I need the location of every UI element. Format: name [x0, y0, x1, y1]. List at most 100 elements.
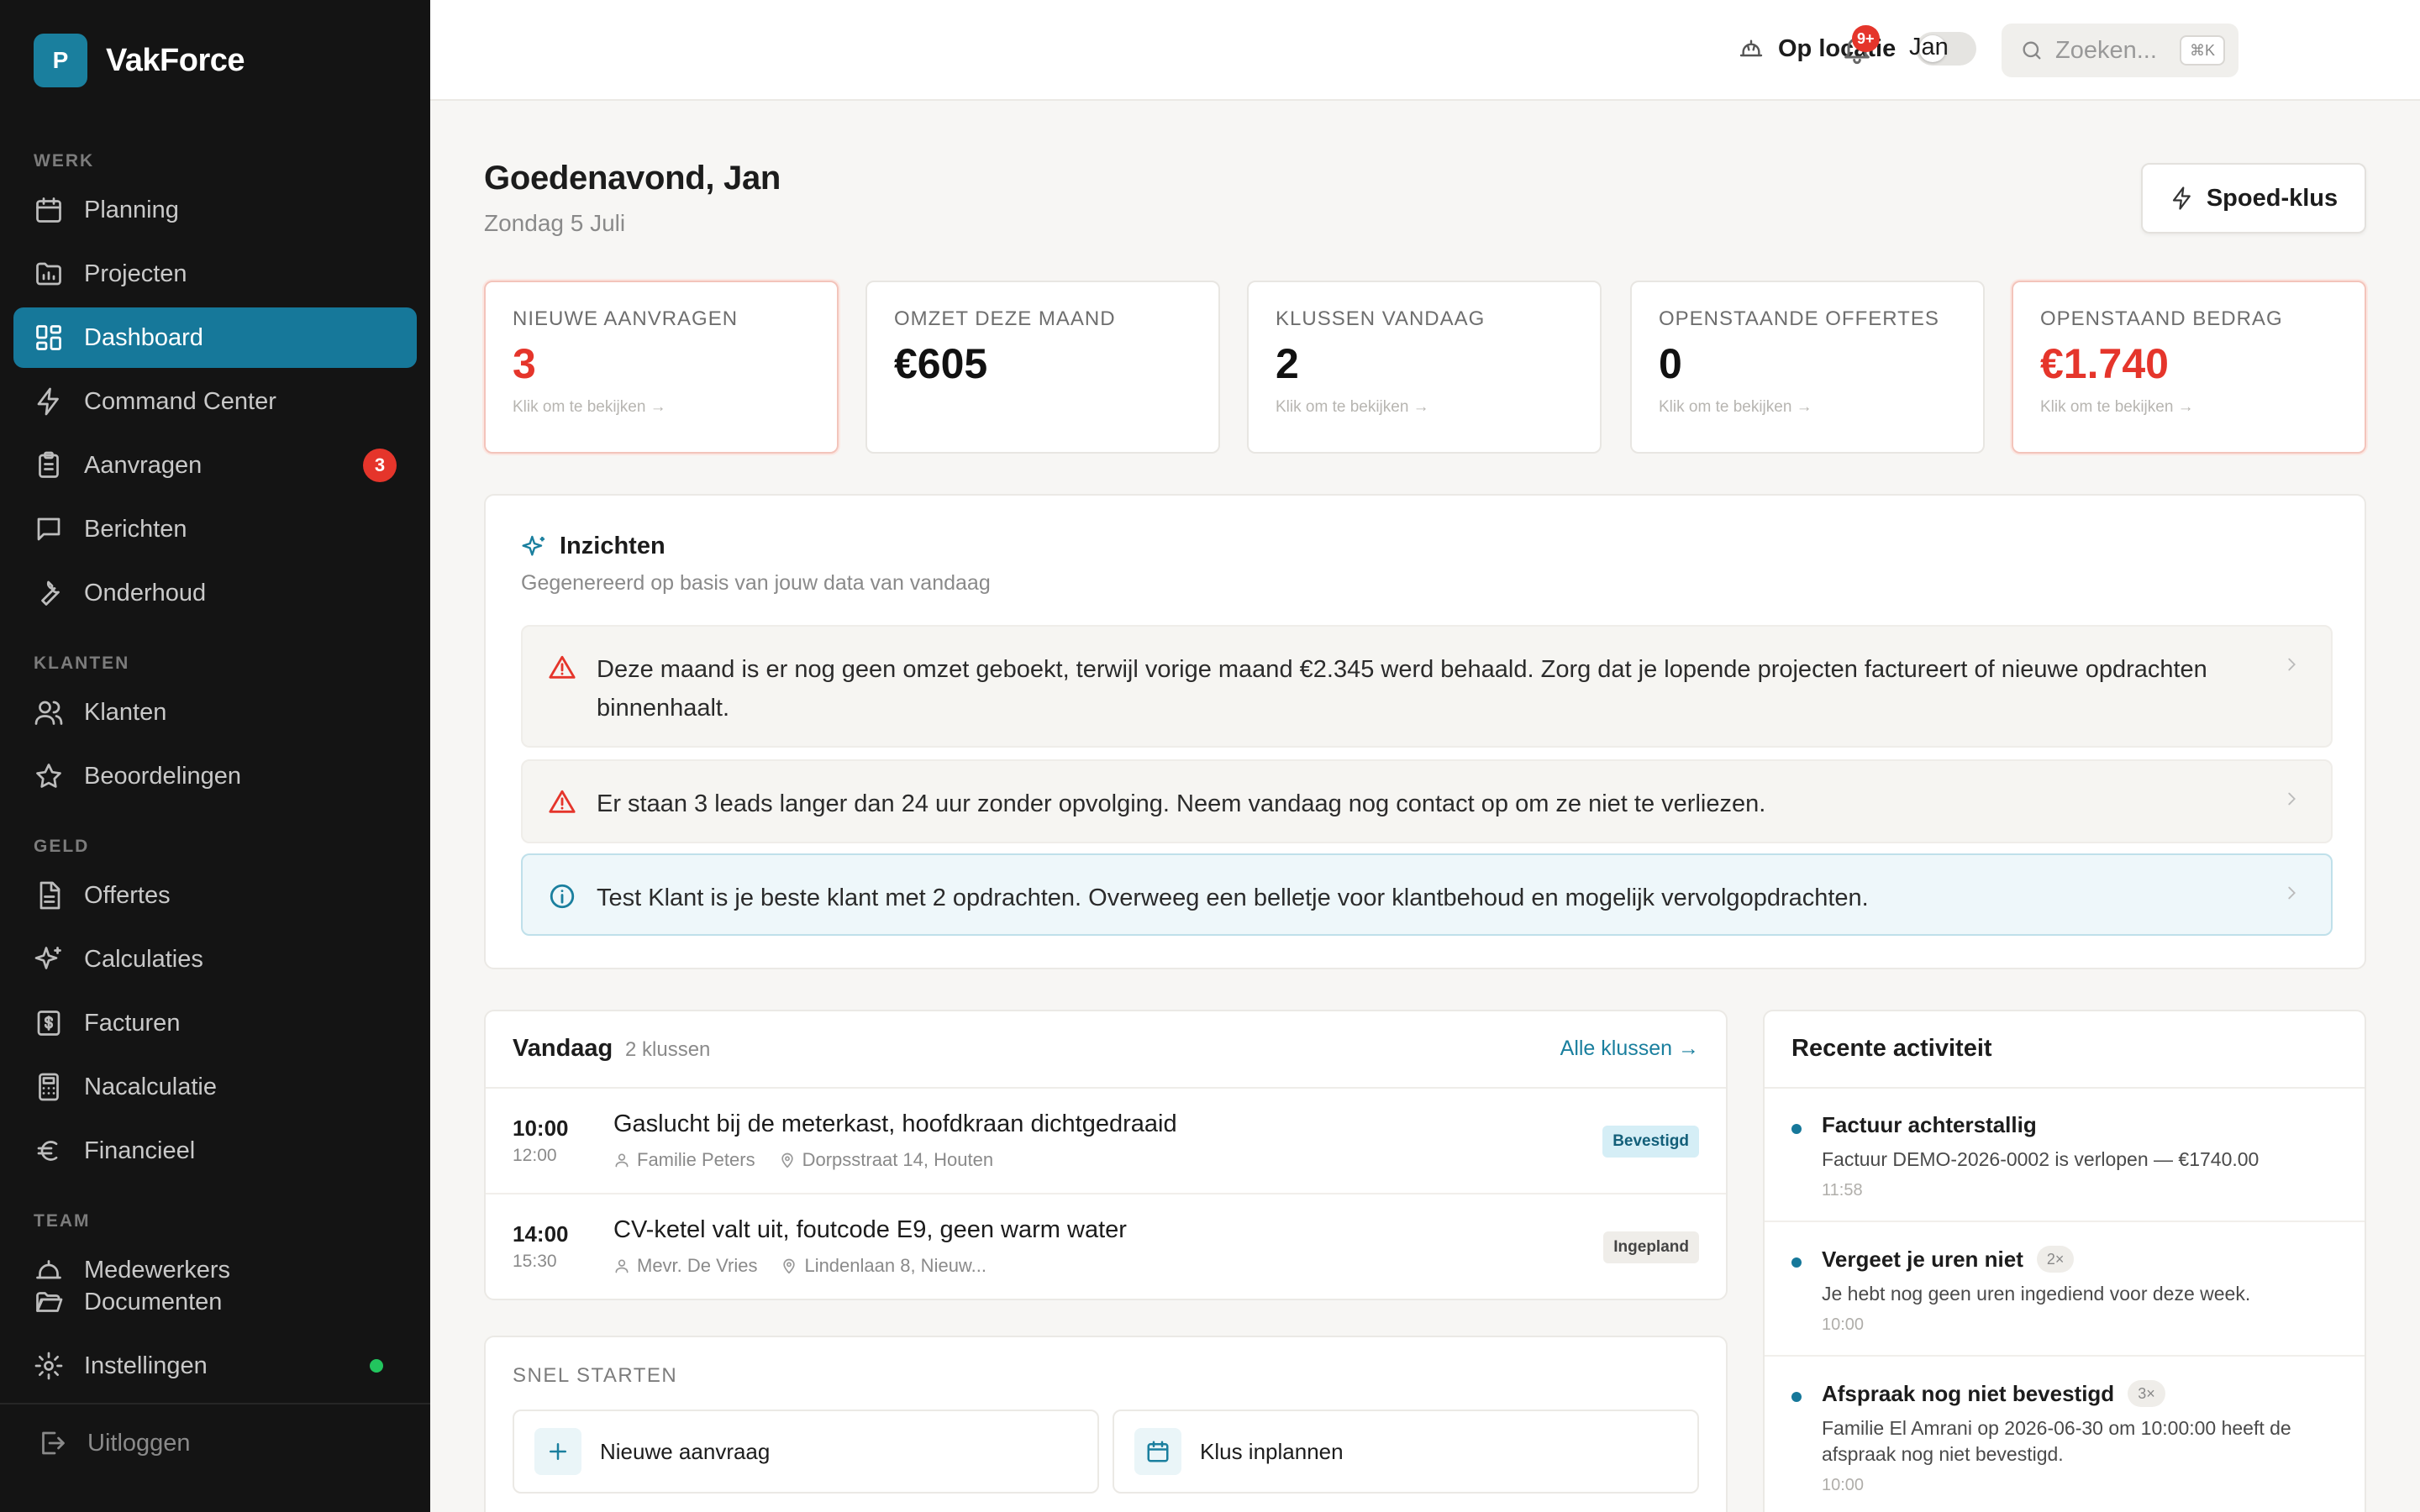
quick-action-label: Klus inplannen	[1200, 1438, 1344, 1464]
map-pin-icon	[781, 1152, 793, 1168]
sidebar-item-calculaties[interactable]: Calculaties	[13, 929, 417, 990]
spoed-klus-button[interactable]: Spoed-klus	[2141, 163, 2366, 234]
activity-item[interactable]: Factuur achterstallig Factuur DEMO-2026-…	[1765, 1089, 2365, 1222]
kpi-label: OPENSTAAND BEDRAG	[2040, 307, 2283, 330]
wrench-icon	[41, 580, 60, 606]
activity-item-title: Factuur achterstallig	[1822, 1112, 2037, 1137]
kpi-label: NIEUWE AANVRAGEN	[513, 307, 739, 330]
sidebar-item-label: Beoordelingen	[84, 762, 242, 790]
sidebar-item-aanvragen[interactable]: Aanvragen 3	[13, 435, 417, 496]
activity-item[interactable]: Afspraak nog niet bevestigd 3× Familie E…	[1765, 1357, 2365, 1512]
activity-item-title: Vergeet je uren niet	[1822, 1246, 2023, 1272]
activity-multiplier-badge: 2×	[2036, 1246, 2075, 1273]
kpi-card-openstaande-offertes[interactable]: OPENSTAANDE OFFERTES 0 Klik om te bekijk…	[1630, 281, 1985, 454]
user-name[interactable]: Jan	[1909, 34, 1949, 61]
insight-item[interactable]: Er staan 3 leads langer dan 24 uur zonde…	[521, 759, 2333, 843]
section-label-geld: GELD	[34, 837, 90, 856]
kpi-card-omzet[interactable]: OMZET DEZE MAAND €605	[865, 281, 1220, 454]
job-start-time: 10:00	[513, 1116, 569, 1141]
section-label-klanten: KLANTEN	[34, 654, 130, 673]
job-client-name: Mevr. De Vries	[637, 1255, 758, 1276]
sidebar-item-label: Dashboard	[84, 323, 203, 351]
activity-dot	[1791, 1392, 1802, 1402]
quick-start-card: SNEL STARTEN Nieuwe aanvraag Klus inplan…	[484, 1336, 1728, 1512]
sidebar-item-beoordelingen[interactable]: Beoordelingen	[13, 746, 417, 806]
kpi-value: 2	[1276, 340, 1299, 387]
job-start-time: 14:00	[513, 1221, 569, 1247]
sidebar-item-documenten[interactable]: Documenten	[13, 1272, 417, 1332]
job-row[interactable]: 10:00 12:00 Gaslucht bij de meterkast, h…	[486, 1089, 1726, 1194]
activity-item[interactable]: Vergeet je uren niet 2× Je hebt nog geen…	[1765, 1222, 2365, 1357]
sidebar-item-nacalculatie[interactable]: Nacalculatie	[13, 1057, 417, 1117]
invoice-icon	[37, 1011, 60, 1036]
page-title: Goedenavond, Jan	[484, 160, 781, 197]
online-status-dot	[370, 1359, 383, 1373]
schedule-job-button[interactable]: Klus inplannen	[1113, 1410, 1699, 1494]
document-icon	[39, 881, 60, 910]
sidebar-item-label: Calculaties	[84, 945, 203, 973]
sidebar-item-label: Planning	[84, 196, 179, 223]
activity-title: Recente activiteit	[1791, 1035, 1992, 1062]
activity-item-desc: Familie El Amrani op 2026-06-30 om 10:00…	[1822, 1417, 2291, 1465]
clipboard-icon	[39, 451, 59, 478]
activity-multiplier-badge: 3×	[2128, 1380, 2165, 1407]
sidebar-item-onderhoud[interactable]: Onderhoud	[13, 563, 417, 623]
sidebar-item-label: Berichten	[84, 515, 187, 543]
all-jobs-link[interactable]: Alle klussen →	[1560, 1037, 1699, 1061]
warning-icon	[549, 790, 576, 813]
job-client: Familie Peters	[613, 1149, 755, 1171]
topbar: Op locatie Zoeken... ⌘K 9+ Jan	[430, 0, 2420, 101]
sidebar-item-offertes[interactable]: Offertes	[13, 865, 417, 926]
kpi-value: 0	[1659, 340, 1682, 387]
sidebar-item-berichten[interactable]: Berichten	[13, 499, 417, 559]
activity-item-time: 11:58	[1822, 1181, 1863, 1200]
kpi-card-klussen-vandaag[interactable]: KLUSSEN VANDAAG 2 Klik om te bekijken →	[1247, 281, 1602, 454]
spoed-klus-label: Spoed-klus	[2206, 184, 2338, 212]
sidebar-item-label: Projecten	[84, 260, 187, 287]
insight-item[interactable]: Deze maand is er nog geen omzet geboekt,…	[521, 625, 2333, 748]
activity-line: Afspraak nog niet bevestigd 3×	[1822, 1380, 2338, 1407]
job-address: Dorpsstraat 14, Houten	[779, 1149, 993, 1171]
logout-button[interactable]: Uitloggen	[37, 1428, 191, 1458]
sidebar-item-klanten[interactable]: Klanten	[13, 682, 417, 743]
sidebar-item-command-center[interactable]: Command Center	[13, 371, 417, 432]
today-count: 2 klussen	[625, 1038, 711, 1061]
kpi-hint: Klik om te bekijken →	[2040, 398, 2194, 416]
kpi-card-nieuwe-aanvragen[interactable]: NIEUWE AANVRAGEN 3 Klik om te bekijken →	[484, 281, 839, 454]
new-request-button[interactable]: Nieuwe aanvraag	[513, 1410, 1099, 1494]
activity-item-desc: Je hebt nog geen uren ingediend voor dez…	[1822, 1283, 2251, 1305]
calculator-icon	[39, 1073, 59, 1101]
users-icon	[34, 701, 63, 725]
sparkles-icon	[522, 535, 544, 556]
job-row[interactable]: 14:00 15:30 CV-ketel valt uit, foutcode …	[486, 1194, 1726, 1299]
job-end-time: 12:00	[513, 1146, 557, 1165]
sidebar-item-label: Aanvragen	[84, 451, 203, 479]
insight-item[interactable]: Test Klant is je beste klant met 2 opdra…	[521, 853, 2333, 936]
today-card: Vandaag 2 klussen Alle klussen → 10:00 1…	[484, 1010, 1728, 1300]
job-client-name: Familie Peters	[637, 1149, 755, 1170]
grid-icon	[36, 325, 61, 350]
search-input[interactable]: Zoeken... ⌘K	[2002, 24, 2238, 77]
recent-activity-card: Recente activiteit Factuur achterstallig…	[1763, 1010, 2366, 1512]
sidebar-item-label: Klanten	[84, 698, 167, 726]
sidebar-item-planning[interactable]: Planning	[13, 180, 417, 240]
sidebar-item-projecten[interactable]: Projecten	[13, 244, 417, 304]
activity-item-time: 10:00	[1822, 1315, 1865, 1334]
insights-title: Inzichten	[560, 533, 666, 559]
brand[interactable]: P VakForce	[34, 34, 245, 87]
sidebar-item-financieel[interactable]: Financieel	[13, 1121, 417, 1181]
kpi-card-openstaand-bedrag[interactable]: OPENSTAAND BEDRAG €1.740 Klik om te beki…	[2012, 281, 2366, 454]
sidebar-item-facturen[interactable]: Facturen	[13, 993, 417, 1053]
sidebar-item-dashboard[interactable]: Dashboard	[13, 307, 417, 368]
folder-open-icon	[36, 1292, 63, 1312]
search-placeholder: Zoeken...	[2055, 36, 2157, 64]
gear-icon	[34, 1352, 63, 1380]
activity-item-time: 10:00	[1822, 1476, 1865, 1494]
sidebar-item-instellingen[interactable]: Instellingen	[13, 1336, 417, 1396]
kpi-value: €605	[894, 340, 988, 387]
today-title: Vandaag	[513, 1035, 613, 1062]
quick-start-label: SNEL STARTEN	[513, 1364, 678, 1387]
calendar-icon	[36, 197, 61, 223]
insights-header: Inzichten	[521, 533, 666, 560]
map-pin-icon	[783, 1258, 796, 1274]
